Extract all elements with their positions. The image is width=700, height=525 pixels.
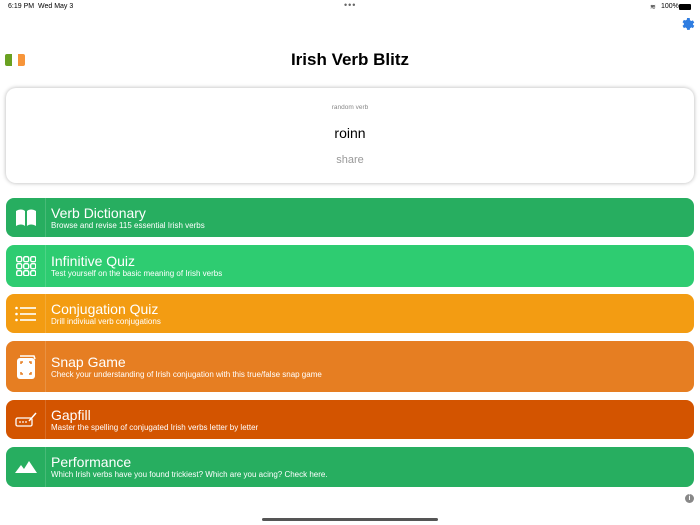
battery-icon: [679, 4, 691, 10]
menu-item-infinitive-quiz[interactable]: Infinitive Quiz Test yourself on the basi…: [6, 245, 694, 287]
menu-item-subtitle: Which Irish verbs have you found trickie…: [51, 470, 328, 479]
menu-item-gapfill[interactable]: Gapfill Master the spelling of conjugated…: [6, 400, 694, 439]
menu-item-title: Verb Dictionary: [51, 204, 146, 221]
menu-item-subtitle: Master the spelling of conjugated Irish …: [51, 422, 259, 432]
battery-level: 100%: [661, 3, 679, 10]
random-verb-card[interactable]: random verb roinn share: [6, 88, 694, 183]
cards-icon: [6, 341, 46, 392]
menu-item-title: Gapfill: [51, 406, 91, 423]
share-button[interactable]: share: [6, 154, 694, 166]
menu-item-title: Performance: [51, 454, 132, 470]
gear-icon[interactable]: [680, 16, 696, 32]
random-verb-value: roinn: [334, 125, 366, 141]
info-icon[interactable]: i: [685, 494, 694, 503]
home-indicator[interactable]: [262, 518, 438, 521]
menu-item-subtitle: Drill indiviual verb conjugations: [51, 316, 161, 326]
menu-item-subtitle: Check your understanding of Irish conjug…: [51, 369, 322, 379]
menu-item-title: Infinitive Quiz: [51, 253, 136, 269]
menu-item-verb-dictionary[interactable]: Verb Dictionary Browse and revise 115 ess…: [6, 198, 694, 237]
grid-icon: [6, 245, 46, 287]
menu-item-snap-game[interactable]: Snap Game Check your understanding of Iri…: [6, 341, 694, 392]
menu-item-subtitle: Browse and revise 115 essential Irish ve…: [51, 220, 205, 230]
menu-item-title: Conjugation Quiz: [51, 300, 159, 317]
list-icon: [6, 294, 46, 333]
menu-item-conjugation-quiz[interactable]: Conjugation Quiz Drill indiviual verb con…: [6, 294, 694, 333]
mountains-icon: [6, 447, 46, 487]
status-time: 6:19 PM: [8, 3, 35, 10]
menu-item-title: Snap Game: [51, 353, 126, 370]
multitask-dots[interactable]: •••: [344, 0, 356, 10]
menu-item-subtitle: Test yourself on the basic meaning of Ir…: [51, 269, 223, 278]
wifi-icon: ≋: [650, 4, 656, 11]
book-icon: [6, 198, 46, 237]
status-date: Wed May 3: [38, 3, 74, 10]
menu-item-performance[interactable]: Performance Which Irish verbs have you fo…: [6, 447, 694, 487]
random-verb-label: random verb: [331, 104, 369, 111]
page-title: Irish Verb Blitz: [290, 50, 410, 69]
keyboard-pencil-icon: [6, 400, 46, 439]
